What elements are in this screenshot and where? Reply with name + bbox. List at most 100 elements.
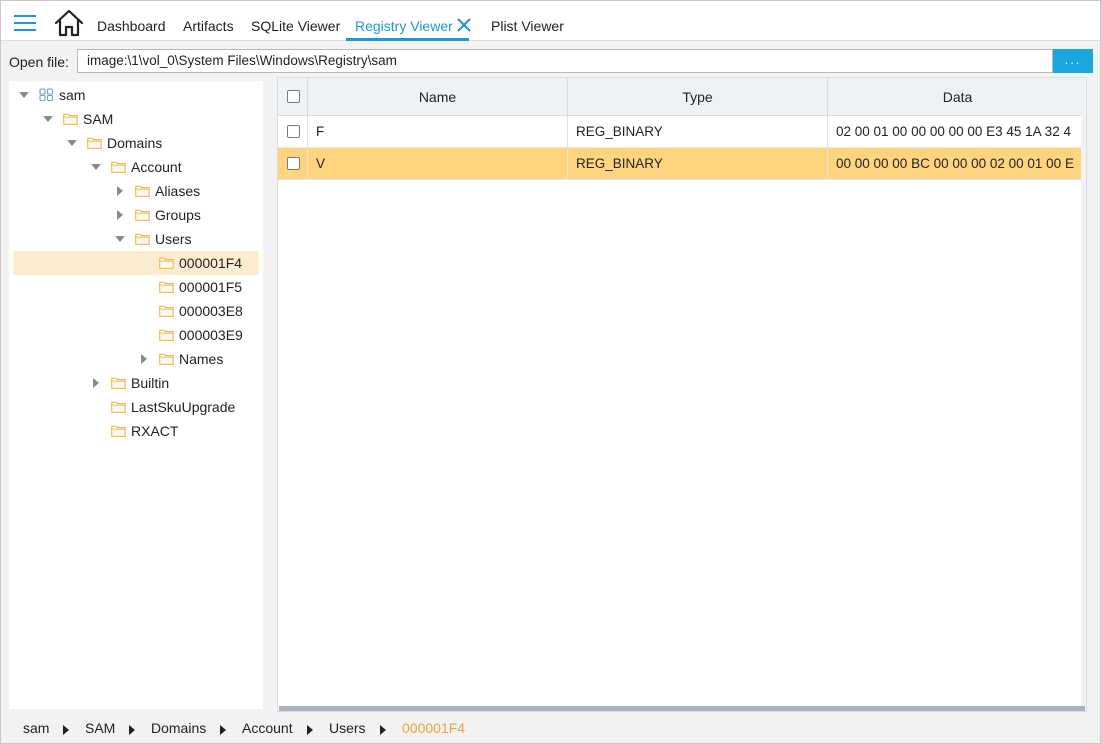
chevron-down-icon[interactable] (43, 114, 53, 124)
chevron-right-icon[interactable] (115, 210, 125, 220)
breadcrumb-item[interactable]: SAM (85, 720, 115, 736)
tab-sqlite-viewer[interactable]: SQLite Viewer (251, 1, 340, 41)
column-header-name[interactable]: Name (308, 78, 568, 116)
vertical-scrollbar[interactable] (1081, 78, 1086, 708)
breadcrumb-separator-icon (129, 725, 135, 735)
cell-data[interactable]: 00 00 00 00 BC 00 00 00 02 00 01 00 E (828, 148, 1086, 180)
row-checkbox[interactable] (287, 157, 300, 170)
browse-file-button[interactable]: ... (1053, 49, 1093, 73)
tab-registry-viewer[interactable]: Registry Viewer (346, 1, 469, 41)
table-row[interactable]: V REG_BINARY 00 00 00 00 BC 00 00 00 02 00… (278, 148, 1086, 180)
folder-icon (111, 161, 126, 173)
tree-node-label: Groups (155, 207, 201, 223)
folder-icon (87, 137, 102, 149)
tree-node[interactable]: 000001F4 (13, 251, 259, 275)
chevron-down-icon[interactable] (67, 138, 77, 148)
folder-icon (159, 329, 174, 341)
tree-node-label: 000001F4 (179, 255, 243, 271)
tree-node-label: sam (59, 87, 86, 103)
folder-icon (135, 185, 150, 197)
row-select-cell (278, 148, 308, 180)
tree-node-label: Aliases (155, 183, 201, 199)
tree-node[interactable]: Domains (13, 131, 259, 155)
tree-node-label: 000001F5 (179, 279, 243, 295)
tree-node[interactable]: sam (13, 83, 259, 107)
tree-node-label: SAM (83, 111, 114, 127)
chevron-down-icon[interactable] (91, 162, 101, 172)
tree-node-label: 000003E8 (179, 303, 243, 319)
table-row[interactable]: F REG_BINARY 02 00 01 00 00 00 00 00 E3 45… (278, 116, 1086, 148)
tree-node[interactable]: 000003E9 (13, 323, 259, 347)
breadcrumb-separator-icon (307, 725, 313, 735)
folder-icon (159, 305, 174, 317)
tree-node[interactable]: SAM (13, 107, 259, 131)
horizontal-scrollbar[interactable] (279, 706, 1085, 711)
cell-name[interactable]: V (308, 148, 568, 180)
folder-icon (159, 281, 174, 293)
tree-node[interactable]: Builtin (13, 371, 259, 395)
tree-node[interactable]: Aliases (13, 179, 259, 203)
tree-node[interactable]: 000001F5 (13, 275, 259, 299)
chevron-right-icon[interactable] (91, 378, 101, 388)
open-file-label: Open file: (9, 54, 69, 70)
app-window: Dashboard Artifacts SQLite Viewer Regist… (0, 0, 1101, 744)
folder-icon (63, 113, 78, 125)
chevron-right-icon[interactable] (139, 354, 149, 364)
tree-node-label: Builtin (131, 375, 170, 391)
tree-node[interactable]: 000003E8 (13, 299, 259, 323)
folder-icon (159, 353, 174, 365)
open-file-path-input[interactable]: image:\1\vol_0\System Files\Windows\Regi… (77, 49, 1053, 73)
tree-node[interactable]: Users (13, 227, 259, 251)
tab-artifacts[interactable]: Artifacts (183, 1, 234, 41)
breadcrumb-item[interactable]: Account (242, 720, 293, 736)
cell-data[interactable]: 02 00 01 00 00 00 00 00 E3 45 1A 32 4 (828, 116, 1086, 148)
folder-icon (111, 377, 126, 389)
cell-type[interactable]: REG_BINARY (568, 148, 828, 180)
cell-name[interactable]: F (308, 116, 568, 148)
tree-node-label: 000003E9 (179, 327, 243, 343)
open-file-bar: Open file: image:\1\vol_0\System Files\W… (1, 41, 1100, 79)
tree-node[interactable]: Groups (13, 203, 259, 227)
tree-node[interactable]: RXACT (13, 419, 259, 443)
header-select-cell (278, 78, 308, 116)
breadcrumb: sam SAM Domains Account Users 000001F4 (1, 715, 1100, 743)
tree-node-label: LastSkuUpgrade (131, 399, 236, 415)
registry-values-grid: Name Type Data F REG_BINARY 02 00 01 00 00… (277, 77, 1087, 712)
breadcrumb-separator-icon (380, 725, 386, 735)
column-header-data[interactable]: Data (828, 78, 1086, 116)
cell-type[interactable]: REG_BINARY (568, 116, 828, 148)
breadcrumb-separator-icon (220, 725, 226, 735)
grid-header: Name Type Data (278, 78, 1082, 116)
tree-node-label: Users (155, 231, 192, 247)
chevron-down-icon[interactable] (115, 234, 125, 244)
row-checkbox[interactable] (287, 125, 300, 138)
tree-node-label: RXACT (131, 423, 179, 439)
chevron-down-icon[interactable] (19, 90, 29, 100)
breadcrumb-item[interactable]: sam (23, 720, 49, 736)
breadcrumb-item[interactable]: Users (329, 720, 366, 736)
home-icon[interactable] (54, 9, 84, 37)
hamburger-menu-icon[interactable] (14, 15, 36, 31)
column-header-type[interactable]: Type (568, 78, 828, 116)
tab-plist-viewer[interactable]: Plist Viewer (491, 1, 564, 41)
tree-node[interactable]: Account (13, 155, 259, 179)
registry-tree: sam SAM Domains Account Aliases Groups Users 00… (9, 81, 263, 709)
tree-node-label: Account (131, 159, 182, 175)
folder-icon (111, 401, 126, 413)
tree-node[interactable]: Names (13, 347, 259, 371)
tree-node[interactable]: LastSkuUpgrade (13, 395, 259, 419)
folder-icon (111, 425, 126, 437)
tree-node-label: Names (179, 351, 224, 367)
breadcrumb-item[interactable]: 000001F4 (402, 720, 465, 736)
breadcrumb-item[interactable]: Domains (151, 720, 206, 736)
tab-dashboard[interactable]: Dashboard (97, 1, 166, 41)
folder-icon (135, 233, 150, 245)
registry-hive-icon (39, 88, 54, 101)
folder-icon (159, 257, 174, 269)
select-all-checkbox[interactable] (287, 90, 300, 103)
folder-icon (135, 209, 150, 221)
row-select-cell (278, 116, 308, 148)
breadcrumb-separator-icon (63, 725, 69, 735)
close-tab-icon[interactable] (457, 18, 471, 32)
chevron-right-icon[interactable] (115, 186, 125, 196)
